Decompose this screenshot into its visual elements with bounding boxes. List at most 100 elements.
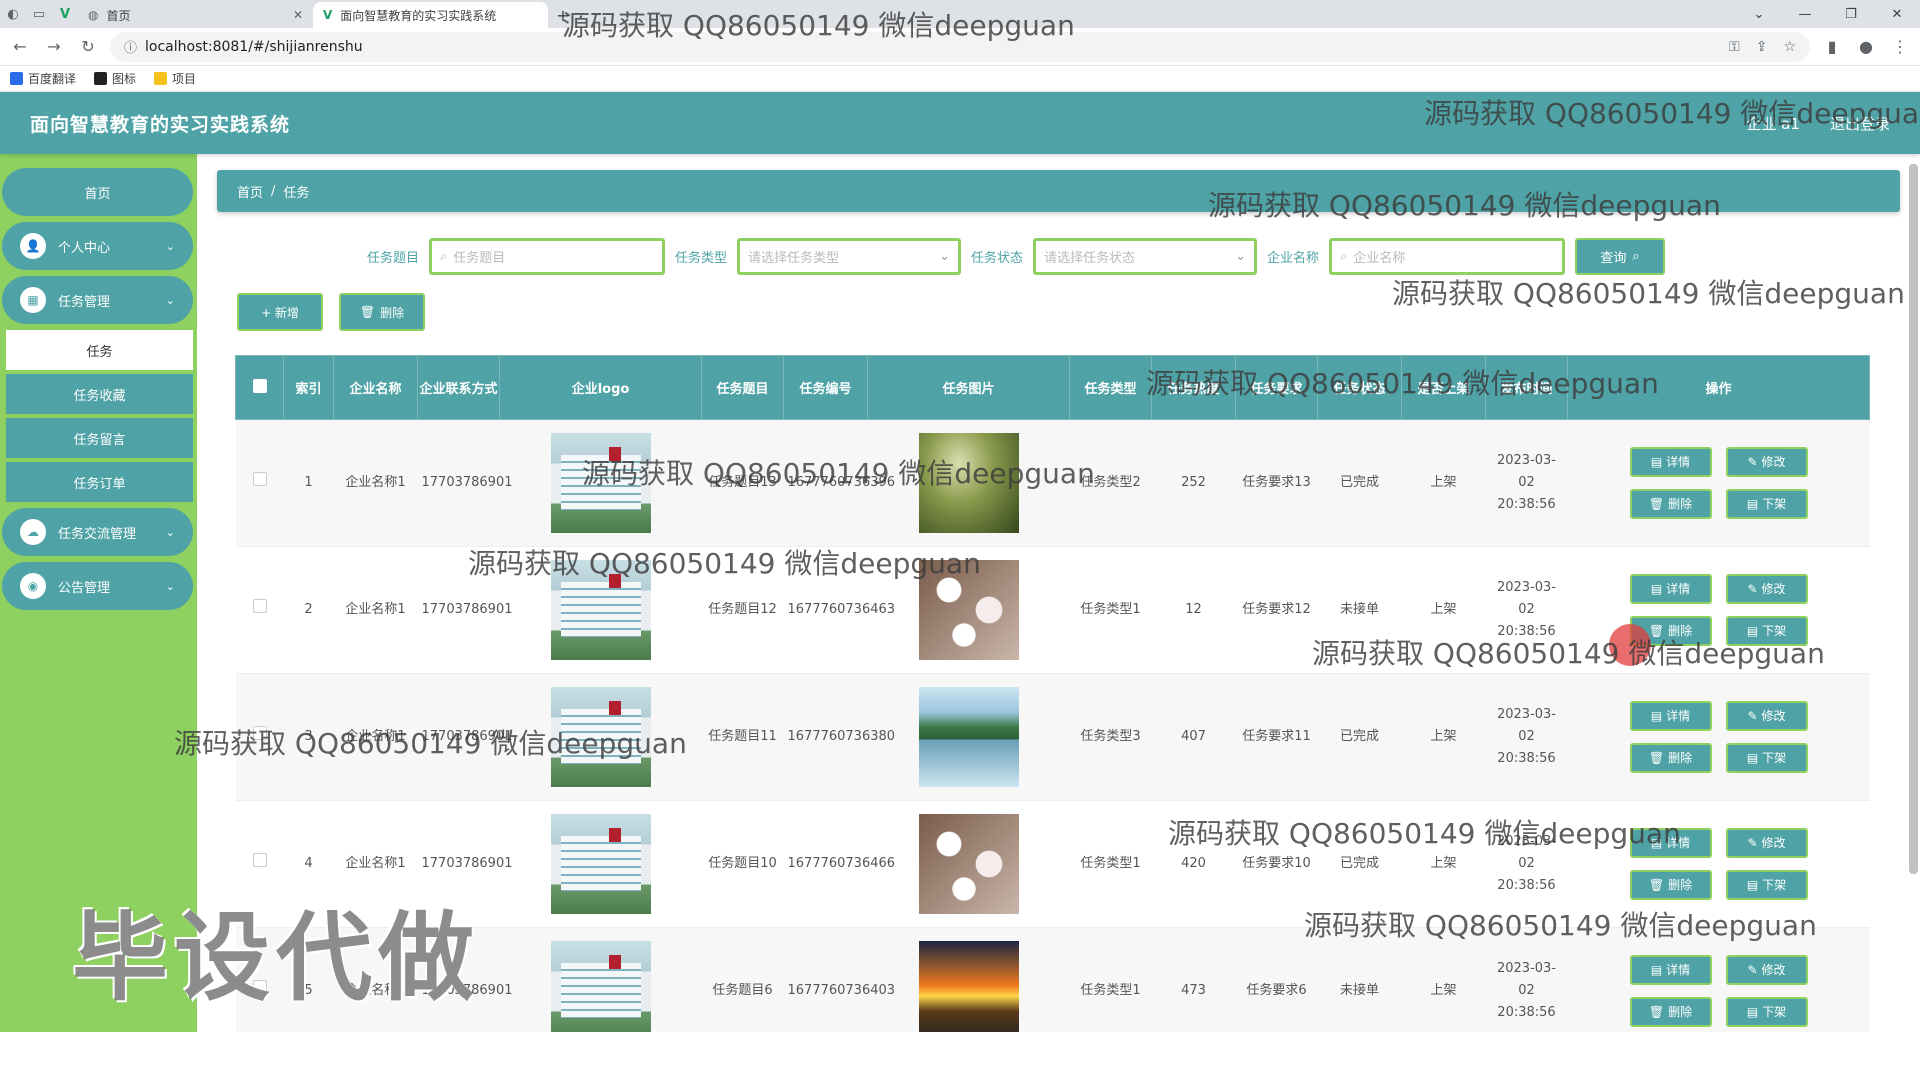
cell-index: 1: [283, 419, 334, 547]
unshelve-button[interactable]: ▤ 下架: [1725, 616, 1808, 646]
browser-tab-home[interactable]: ◍ 首页 ✕: [78, 2, 313, 28]
search-icon: ⌕: [1632, 249, 1640, 264]
sidebar-item-task-message[interactable]: 任务留言: [6, 418, 193, 458]
unshelve-button[interactable]: ▤ 下架: [1725, 489, 1808, 519]
menu-icon[interactable]: ⋮: [1888, 37, 1912, 56]
doc-icon: ▤: [1746, 624, 1759, 638]
detail-button[interactable]: ▤ 详情: [1629, 828, 1712, 858]
unshelve-button[interactable]: ▤ 下架: [1725, 743, 1808, 773]
delete-button[interactable]: 🗑 删除: [1629, 870, 1712, 900]
info-icon[interactable]: ⓘ: [124, 37, 137, 56]
bookmark-project[interactable]: 项目: [154, 70, 196, 87]
user-icon: 👤: [20, 233, 46, 259]
batch-delete-button[interactable]: 🗑 删除: [339, 293, 425, 331]
sidebar-item-exchange[interactable]: ☁ 任务交流管理 ⌄: [2, 508, 193, 556]
company-logo-image: [550, 433, 651, 533]
chrome-icon[interactable]: ◐: [0, 0, 26, 28]
cell-requirement: 任务要求13: [1235, 419, 1318, 547]
col-header: 企业联系方式: [417, 355, 500, 420]
unshelve-button[interactable]: ▤ 下架: [1725, 870, 1808, 900]
doc-icon: ▤: [1746, 751, 1759, 765]
cell-title: 任务题目13: [701, 419, 784, 547]
edit-button[interactable]: ✎ 修改: [1725, 701, 1808, 731]
delete-button[interactable]: 🗑 删除: [1629, 489, 1712, 519]
location-icon: ◉: [20, 573, 46, 599]
unshelve-button[interactable]: ▤ 下架: [1725, 997, 1808, 1027]
cell-shelf: 上架: [1401, 927, 1486, 1032]
edit-button[interactable]: ✎ 修改: [1725, 955, 1808, 985]
restore-button[interactable]: ❐: [1828, 0, 1874, 28]
icon-bookmark-icon: [94, 72, 108, 85]
new-tab-button[interactable]: +: [548, 2, 578, 28]
sidepanel-icon[interactable]: ▮: [1820, 37, 1844, 56]
cell-index: 3: [283, 673, 334, 801]
sidebar-item-home[interactable]: 首页: [2, 168, 193, 216]
cell-image: [867, 800, 1070, 928]
url-input[interactable]: ⓘ localhost:8081/#/shijianrenshu ⚿ ⇪ ☆: [110, 31, 1810, 62]
share-icon[interactable]: ⇪: [1756, 39, 1768, 55]
sidebar-item-task[interactable]: 任务: [6, 330, 193, 370]
detail-button[interactable]: ▤ 详情: [1629, 955, 1712, 985]
edit-button[interactable]: ✎ 修改: [1725, 828, 1808, 858]
doc-icon: ▤: [1650, 963, 1663, 977]
detail-button[interactable]: ▤ 详情: [1629, 447, 1712, 477]
cell-time: 2023-03-02 20:38:56: [1485, 800, 1568, 928]
query-button[interactable]: 查询 ⌕: [1575, 238, 1666, 275]
close-window-button[interactable]: ✕: [1874, 0, 1920, 28]
close-icon[interactable]: ✕: [293, 8, 303, 22]
chevron-down-icon: ⌄: [165, 239, 175, 253]
back-icon[interactable]: ←: [8, 37, 32, 56]
cell-phone: 17703786901: [417, 546, 512, 674]
cell-type: 任务类型1: [1069, 546, 1152, 674]
cell-image: [867, 419, 1070, 547]
row-checkbox[interactable]: [252, 726, 267, 740]
tab-search-icon[interactable]: ⌄: [1736, 0, 1782, 28]
forward-icon[interactable]: →: [42, 37, 66, 56]
row-checkbox[interactable]: [252, 599, 267, 613]
row-checkbox[interactable]: [252, 472, 267, 486]
type-select[interactable]: 请选择任务类型 ⌄: [737, 238, 962, 275]
company-search-input[interactable]: ⌕ 企业名称: [1329, 238, 1566, 275]
chevron-down-icon: ⌄: [1235, 249, 1247, 264]
select-all-checkbox[interactable]: [252, 378, 267, 393]
detail-button[interactable]: ▤ 详情: [1629, 574, 1712, 604]
scrollbar[interactable]: [1909, 164, 1918, 874]
table-header-row: 索引 企业名称 企业联系方式 企业logo 任务题目 任务编号 任务图片 任务类…: [235, 355, 1870, 420]
type-label: 任务类型: [675, 251, 728, 266]
cell-number: 1677760736463: [783, 546, 895, 674]
star-icon[interactable]: ☆: [1783, 39, 1796, 55]
reload-icon[interactable]: ↻: [76, 37, 100, 56]
minimize-button[interactable]: —: [1782, 0, 1828, 28]
delete-button[interactable]: 🗑 删除: [1629, 743, 1712, 773]
sidebar-item-task-mgmt[interactable]: ▦ 任务管理 ⌄: [2, 276, 193, 324]
add-button[interactable]: + 新增: [237, 293, 323, 331]
edit-button[interactable]: ✎ 修改: [1725, 574, 1808, 604]
sidebar-item-task-order[interactable]: 任务订单: [6, 462, 193, 502]
task-image: [918, 687, 1019, 787]
row-checkbox[interactable]: [252, 853, 267, 867]
company-logo-image: [550, 941, 651, 1032]
cell-title: 任务题目6: [701, 927, 784, 1032]
delete-button[interactable]: 🗑 删除: [1629, 997, 1712, 1027]
detail-button[interactable]: ▤ 详情: [1629, 701, 1712, 731]
sidebar-item-personal[interactable]: 👤 个人中心 ⌄: [2, 222, 193, 270]
browser-tab-system[interactable]: V 面向智慧教育的实习实践系统: [313, 2, 548, 28]
sidebar-item-task-favorite[interactable]: 任务收藏: [6, 374, 193, 414]
bookmark-baidu-translate[interactable]: 百度翻译: [10, 70, 76, 87]
edit-button[interactable]: ✎ 修改: [1725, 447, 1808, 477]
trash-icon: 🗑: [1648, 624, 1665, 638]
title-search-input[interactable]: ⌕ 任务题目: [429, 238, 666, 275]
logout-link[interactable]: 退出登录: [1830, 113, 1890, 134]
sidebar-item-notice[interactable]: ◉ 公告管理 ⌄: [2, 562, 193, 610]
cell-heat: 12: [1151, 546, 1236, 674]
blank-tab-icon[interactable]: ▭: [26, 0, 52, 28]
vue-tab-icon[interactable]: V: [52, 0, 78, 28]
breadcrumb-home[interactable]: 首页: [237, 182, 263, 201]
profile-icon[interactable]: ●: [1854, 37, 1878, 56]
cell-type: 任务类型2: [1069, 419, 1152, 547]
status-select[interactable]: 请选择任务状态 ⌄: [1033, 238, 1258, 275]
cell-requirement: 任务要求6: [1235, 927, 1318, 1032]
current-user: 企业 a1: [1746, 114, 1800, 133]
bookmark-icons[interactable]: 图标: [94, 70, 136, 87]
key-icon[interactable]: ⚿: [1729, 39, 1740, 55]
